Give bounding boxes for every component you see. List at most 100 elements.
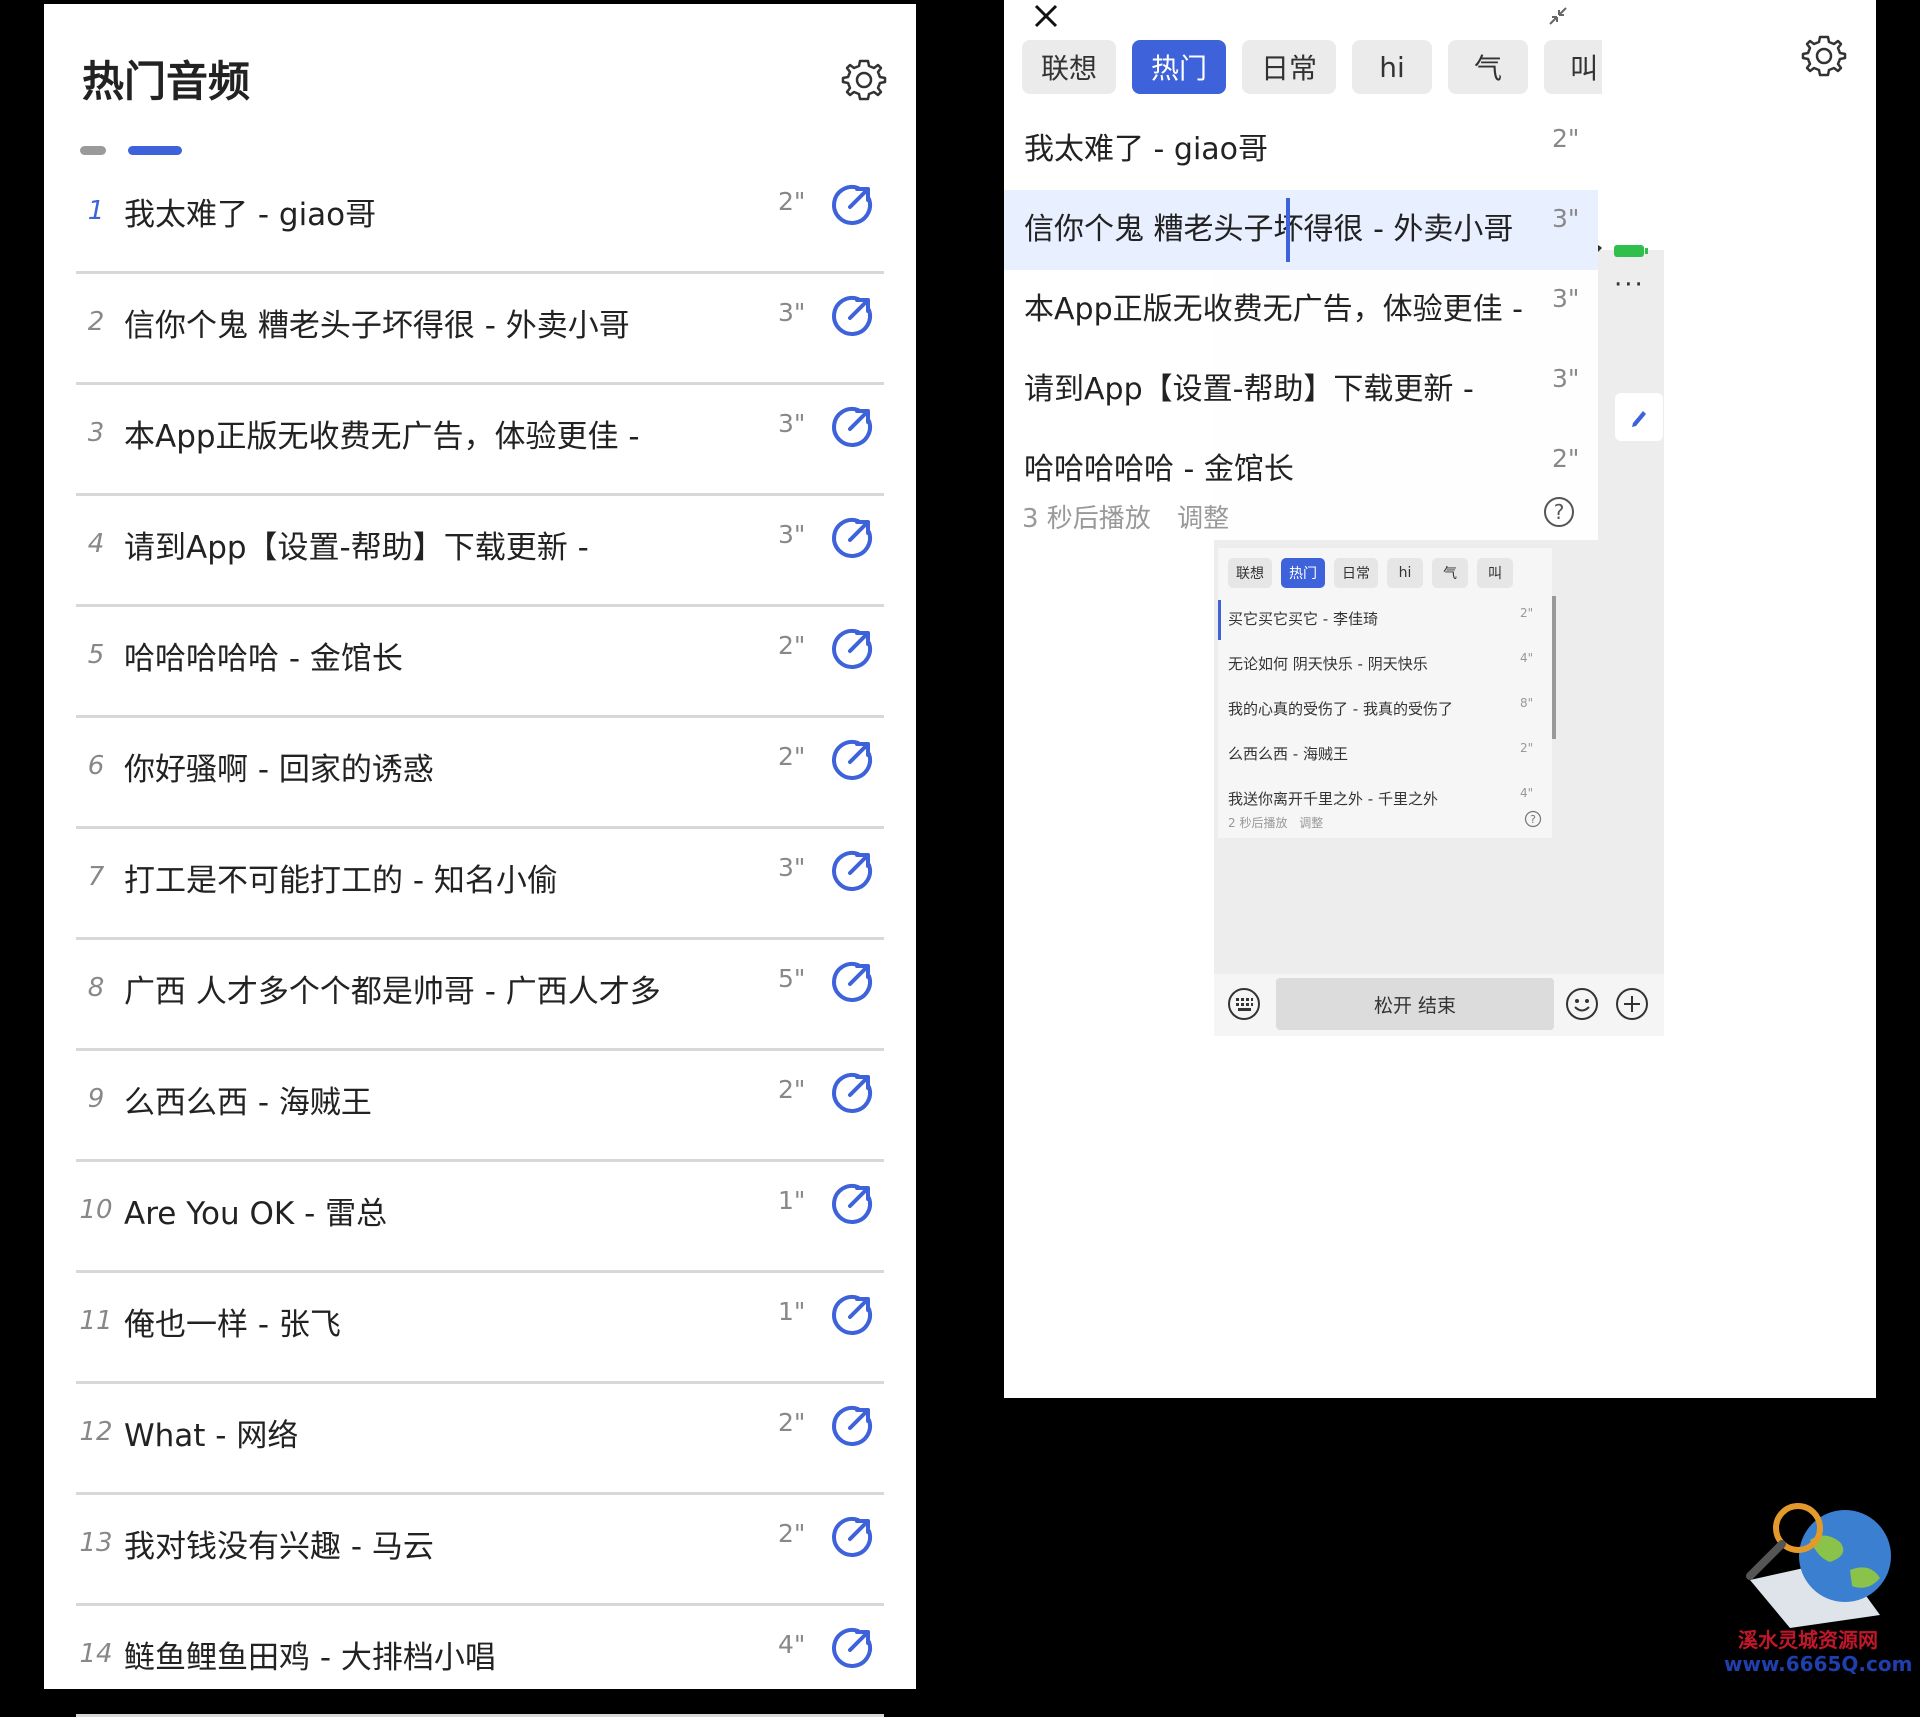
share-button[interactable] <box>828 1291 876 1339</box>
adjust-link[interactable]: 调整 <box>1177 504 1229 534</box>
keyboard-icon[interactable] <box>1226 986 1262 1022</box>
share-button[interactable] <box>828 292 876 340</box>
mini-list-item[interactable]: 么西么西 - 海贼王 2" <box>1218 731 1544 776</box>
share-button[interactable] <box>828 181 876 229</box>
item-label: 本App正版无收费无广告，体验更佳 - <box>124 419 640 455</box>
item-number: 8 <box>87 973 105 1003</box>
popup-list-item[interactable]: 信你个鬼 糟老头子坏得很 - 外卖小哥 3" <box>1004 190 1598 270</box>
item-duration: 2" <box>778 187 806 216</box>
tab-1[interactable]: 热门 <box>1132 40 1226 94</box>
list-item[interactable]: 5 哈哈哈哈哈 - 金馆长 2" <box>76 607 884 718</box>
popup-list-item[interactable]: 请到App【设置-帮助】下载更新 - 3" <box>1004 350 1598 430</box>
tab-4[interactable]: 气 <box>1448 40 1528 94</box>
item-duration: 3" <box>778 853 806 882</box>
list-item[interactable]: 3 本App正版无收费无广告，体验更佳 - 3" <box>76 385 884 496</box>
item-label: 么西么西 - 海贼王 <box>124 1085 372 1121</box>
settings-button[interactable] <box>838 54 890 106</box>
collapse-icon[interactable] <box>1540 0 1576 34</box>
item-duration: 1" <box>778 1186 806 1215</box>
share-button[interactable] <box>828 1069 876 1117</box>
mini-item-duration: 2" <box>1520 741 1534 755</box>
svg-text:?: ? <box>1554 500 1565 524</box>
tab-5[interactable]: 叫 <box>1544 40 1602 94</box>
list-item[interactable]: 4 请到App【设置-帮助】下载更新 - 3" <box>76 496 884 607</box>
mini-footer: 2 秒后播放 调整 <box>1228 814 1331 831</box>
mini-list-item[interactable]: 买它买它买它 - 李佳琦 2" <box>1218 596 1544 641</box>
item-number: 11 <box>79 1306 113 1336</box>
site-watermark: 溪水灵城资源网 www.6665Q.com <box>1720 1500 1920 1680</box>
plus-icon[interactable] <box>1614 986 1650 1022</box>
list-item[interactable]: 7 打工是不可能打工的 - 知名小偷 3" <box>76 829 884 940</box>
audio-list: 1 我太难了 - giao哥 2" 2 信你个鬼 糟老头子坏得很 - 外卖小哥 3" 3 本A… <box>76 163 884 1717</box>
tab-3[interactable]: hi <box>1352 40 1432 94</box>
mini-audio-list: 买它买它买它 - 李佳琦 2" 无论如何 阴天快乐 - 阴天快乐 4" 我的心真的受伤了… <box>1218 596 1544 821</box>
tab-0[interactable]: 联想 <box>1022 40 1116 94</box>
edit-button[interactable] <box>1615 393 1663 441</box>
share-button[interactable] <box>828 403 876 451</box>
mini-tab-2[interactable]: 日常 <box>1334 558 1378 588</box>
share-button[interactable] <box>828 847 876 895</box>
list-item[interactable]: 1 我太难了 - giao哥 2" <box>76 163 884 274</box>
item-label: 我对钱没有兴趣 - 马云 <box>124 1529 434 1565</box>
item-number: 13 <box>79 1528 113 1558</box>
item-duration: 3" <box>1552 364 1580 393</box>
mini-adjust-link[interactable]: 调整 <box>1299 816 1323 830</box>
share-icon <box>832 1628 872 1668</box>
share-icon <box>832 407 872 447</box>
list-item[interactable]: 12 What - 网络 2" <box>76 1384 884 1495</box>
mini-tab-5[interactable]: 叫 <box>1477 558 1513 588</box>
mini-list-item[interactable]: 我的心真的受伤了 - 我真的受伤了 8" <box>1218 686 1544 731</box>
share-icon <box>832 629 872 669</box>
help-icon[interactable]: ? <box>1524 810 1542 828</box>
mini-scrollbar[interactable] <box>1552 596 1556 739</box>
popup-list-item[interactable]: 我太难了 - giao哥 2" <box>1004 110 1598 190</box>
mini-tab-0[interactable]: 联想 <box>1228 558 1272 588</box>
close-icon[interactable] <box>1028 0 1064 34</box>
list-item[interactable]: 13 我对钱没有兴趣 - 马云 2" <box>76 1495 884 1606</box>
svg-text:?: ? <box>1530 813 1536 826</box>
page-dot-active[interactable] <box>128 146 182 155</box>
chat-input-bar: 松开 结束 <box>1214 974 1664 1036</box>
tab-2[interactable]: 日常 <box>1242 40 1336 94</box>
list-item[interactable]: 6 你好骚啊 - 回家的诱惑 2" <box>76 718 884 829</box>
item-label: 鲢鱼鲤鱼田鸡 - 大排档小唱 <box>124 1640 496 1676</box>
more-icon[interactable]: ··· <box>1614 270 1645 300</box>
hold-to-talk-button[interactable]: 松开 结束 <box>1276 978 1554 1030</box>
mini-popup: 联想 热门 日常 hi 气叫 买它买它买它 - 李佳琦 2" 无论如何 阴天快乐 - 阴天快… <box>1218 548 1556 838</box>
share-icon <box>832 518 872 558</box>
countdown-text: 3 秒后播放 <box>1022 504 1151 534</box>
mini-item-duration: 4" <box>1520 651 1534 665</box>
popup-list-item[interactable]: 本App正版无收费无广告，体验更佳 - 3" <box>1004 270 1598 350</box>
share-icon <box>832 1184 872 1224</box>
item-label: 你好骚啊 - 回家的诱惑 <box>124 752 434 788</box>
share-button[interactable] <box>828 736 876 784</box>
share-button[interactable] <box>828 1513 876 1561</box>
help-icon[interactable]: ? <box>1542 495 1576 529</box>
item-label: Are You OK - 雷总 <box>124 1196 388 1232</box>
mini-item-label: 无论如何 阴天快乐 - 阴天快乐 <box>1228 655 1428 673</box>
list-item[interactable]: 11 俺也一样 - 张飞 1" <box>76 1273 884 1384</box>
mini-list-item[interactable]: 无论如何 阴天快乐 - 阴天快乐 4" <box>1218 641 1544 686</box>
list-item[interactable]: 14 鲢鱼鲤鱼田鸡 - 大排档小唱 4" <box>76 1606 884 1717</box>
emoji-icon[interactable] <box>1564 986 1600 1022</box>
mini-tab-3[interactable]: hi <box>1387 558 1423 588</box>
keyboard-popup-panel: ··· 联想 热门 日常 hi 气叫 买它买它买它 - 李佳琦 2" 无论如何 阴天快乐 -… <box>1004 0 1876 1398</box>
list-item[interactable]: 10 Are You OK - 雷总 1" <box>76 1162 884 1273</box>
share-button[interactable] <box>828 514 876 562</box>
mini-tab-1[interactable]: 热门 <box>1281 558 1325 588</box>
share-button[interactable] <box>828 1180 876 1228</box>
list-item[interactable]: 9 么西么西 - 海贼王 2" <box>76 1051 884 1162</box>
item-label: 我太难了 - giao哥 <box>124 197 377 233</box>
share-button[interactable] <box>828 1624 876 1672</box>
list-item[interactable]: 8 广西 人才多个个都是帅哥 - 广西人才多 5" <box>76 940 884 1051</box>
share-button[interactable] <box>828 958 876 1006</box>
watermark-url: www.6665Q.com <box>1724 1652 1913 1676</box>
mini-item-duration: 2" <box>1520 606 1534 620</box>
share-button[interactable] <box>828 625 876 673</box>
share-button[interactable] <box>828 1402 876 1450</box>
page-dot[interactable] <box>80 146 106 155</box>
list-item[interactable]: 2 信你个鬼 糟老头子坏得很 - 外卖小哥 3" <box>76 274 884 385</box>
mini-tab-4[interactable]: 气 <box>1432 558 1468 588</box>
item-number: 9 <box>87 1084 105 1114</box>
settings-button[interactable] <box>1798 30 1850 82</box>
